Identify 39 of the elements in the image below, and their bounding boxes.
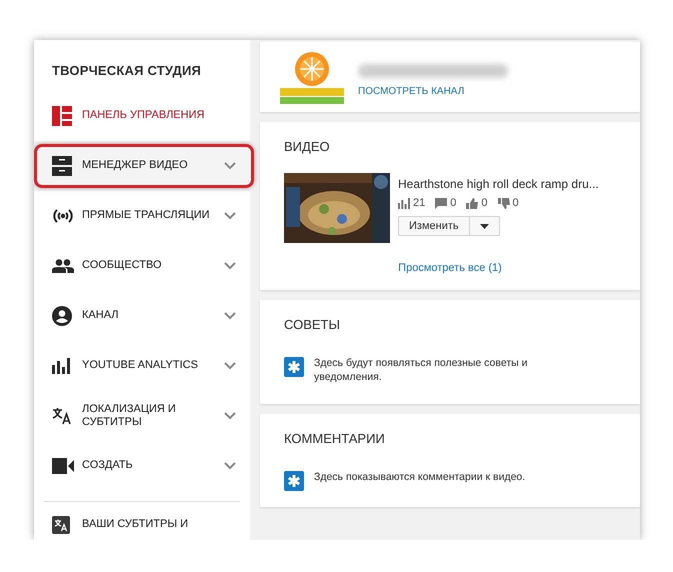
message-text: Здесь показываются комментарии к видео. (314, 471, 526, 485)
translate-icon (52, 407, 72, 425)
sidebar-item[interactable]: КАНАЛ (34, 291, 250, 341)
subtitles-icon (52, 516, 70, 534)
broadcast-icon (52, 208, 74, 224)
dislike-count: 0 (512, 197, 519, 209)
view-all-link[interactable]: Просмотреть все (1) (398, 262, 502, 274)
caret-icon (480, 224, 489, 228)
view-channel-link[interactable]: ПОСМОТРЕТЬ КАНАЛ (358, 86, 508, 96)
drawer-icon (52, 156, 72, 176)
sidebar-title: ТВОРЧЕСКАЯ СТУДИЯ (51, 62, 202, 80)
people-icon (52, 259, 74, 273)
comment-icon (435, 198, 448, 208)
card-title: СОВЕТЫ (283, 316, 342, 334)
sidebar-item[interactable]: ПАНЕЛЬ УПРАВЛЕНИЯ (34, 91, 250, 141)
sidebar-item[interactable]: СООБЩЕСТВО (34, 241, 250, 291)
video-camera-icon (52, 458, 74, 474)
thumbs-down-icon (498, 198, 510, 208)
sidebar-item[interactable]: СОЗДАТЬ (34, 441, 250, 491)
view-count: 21 (413, 197, 426, 209)
thumbs-up-icon (466, 198, 478, 208)
person-circle-icon (52, 306, 72, 326)
card-title: ВИДЕО (283, 138, 331, 156)
star-icon (284, 357, 304, 377)
edit-button[interactable]: Изменить (398, 216, 470, 236)
comment-count: 0 (450, 197, 456, 209)
bar-chart-icon (52, 358, 70, 374)
star-icon (284, 471, 304, 491)
video-title[interactable]: Hearthstone high roll deck ramp dru... (398, 177, 599, 191)
sidebar-item[interactable]: ПРЯМЫЕ ТРАНСЛЯЦИИ (34, 191, 250, 241)
sidebar-item[interactable]: YOUTUBE ANALYTICS (34, 341, 250, 391)
sidebar-item[interactable]: ВАШИ СУБТИТРЫ И (34, 502, 250, 534)
dashboard-icon (52, 106, 72, 126)
dropdown-button[interactable] (470, 216, 500, 236)
like-count: 0 (481, 197, 488, 209)
bar-chart-icon (398, 198, 410, 208)
sidebar-item[interactable]: ЛОКАЛИЗАЦИЯ И СУБТИТРЫ (34, 391, 250, 441)
message-text: Здесь будут появляться полезные советы и уведомления. (314, 357, 528, 384)
card-title: КОММЕНТАРИИ (283, 430, 386, 448)
